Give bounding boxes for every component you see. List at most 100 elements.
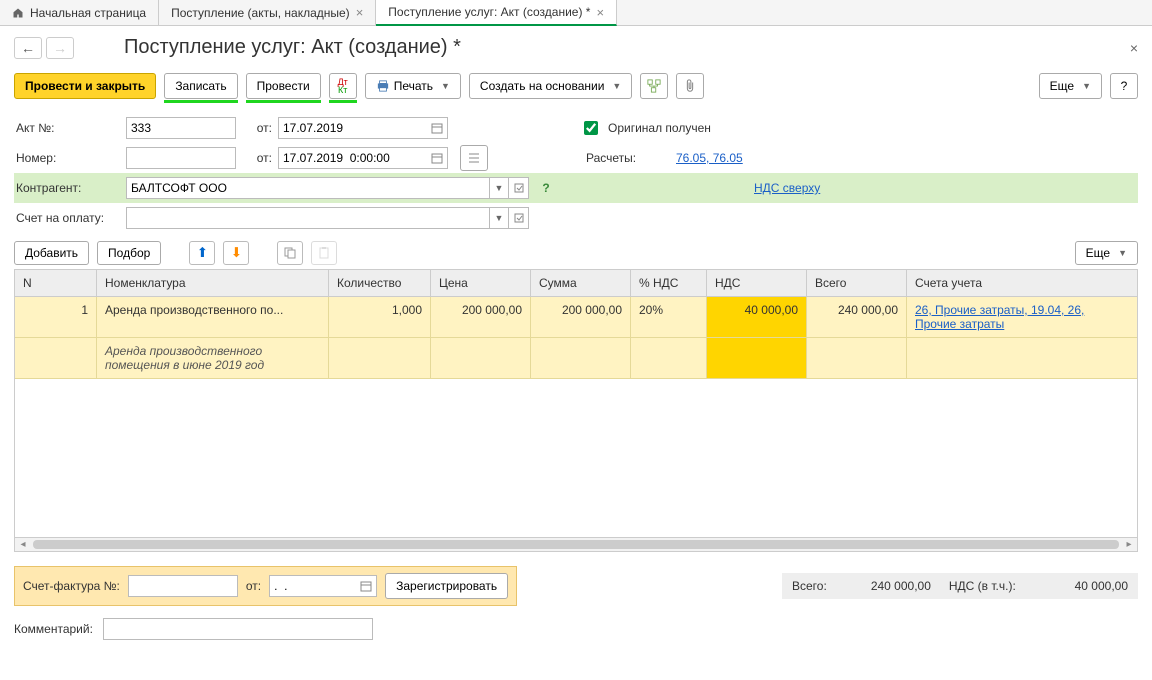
akt-no-label: Акт №:: [14, 121, 120, 135]
more-button[interactable]: Еще ▼: [1039, 73, 1102, 99]
col-header-total[interactable]: Всего: [807, 270, 907, 296]
cell-empty: [15, 338, 97, 379]
calendar-button[interactable]: [426, 117, 448, 139]
scrollbar-thumb[interactable]: [33, 540, 1119, 549]
number-input[interactable]: [126, 147, 236, 169]
dropdown-button[interactable]: ▼: [489, 177, 509, 199]
invoice-account-label: Счет на оплату:: [14, 211, 120, 225]
print-label: Печать: [394, 79, 433, 93]
calendar-button[interactable]: [426, 147, 448, 169]
calc-link[interactable]: 76.05, 76.05: [676, 151, 743, 165]
cell-nom[interactable]: Аренда производственного по...: [97, 297, 329, 338]
table-more-button[interactable]: Еще ▼: [1075, 241, 1138, 265]
number-label: Номер:: [14, 151, 120, 165]
counterparty-input[interactable]: [126, 177, 489, 199]
col-header-vatp[interactable]: % НДС: [631, 270, 707, 296]
col-header-vat[interactable]: НДС: [707, 270, 807, 296]
col-header-n[interactable]: N: [15, 270, 97, 296]
debit-credit-button[interactable]: ДтКт: [329, 73, 357, 99]
table-row[interactable]: 1 Аренда производственного по... 1,000 2…: [15, 297, 1137, 338]
akt-date-input[interactable]: [278, 117, 426, 139]
close-icon[interactable]: ×: [356, 5, 364, 20]
save-button[interactable]: Записать: [164, 73, 237, 99]
tab-label: Поступление услуг: Акт (создание) *: [388, 5, 590, 19]
col-header-acc[interactable]: Счета учета: [907, 270, 1137, 296]
more-label: Еще: [1050, 79, 1074, 93]
close-icon[interactable]: ×: [596, 5, 604, 20]
cell-desc[interactable]: Аренда производственного помещения в июн…: [97, 338, 329, 379]
move-down-button[interactable]: ⬇: [223, 241, 249, 265]
chevron-down-icon: ▼: [612, 81, 621, 91]
vat-label: НДС (в т.ч.):: [949, 579, 1016, 593]
pick-button[interactable]: Подбор: [97, 241, 161, 265]
nav-back-button[interactable]: ←: [14, 37, 42, 59]
scroll-right-icon[interactable]: ▸: [1121, 538, 1137, 552]
form-list-button[interactable]: [460, 145, 488, 171]
vat-value: 40 000,00: [1075, 579, 1128, 593]
cell-vatp[interactable]: 20%: [631, 297, 707, 338]
counterparty-help[interactable]: ?: [537, 177, 555, 199]
cell-vat[interactable]: 40 000,00: [707, 297, 807, 338]
col-header-nom[interactable]: Номенклатура: [97, 270, 329, 296]
accounts-link[interactable]: 26, Прочие затраты, 19.04, 26, Прочие за…: [915, 303, 1084, 331]
horizontal-scrollbar[interactable]: ◂ ▸: [14, 538, 1138, 552]
from-label: от:: [242, 121, 272, 135]
debit-credit-icon: ДтКт: [338, 78, 348, 94]
post-and-close-button[interactable]: Провести и закрыть: [14, 73, 156, 99]
invoice-factura-box: Счет-фактура №: от: Зарегистрировать: [14, 566, 517, 606]
akt-no-input[interactable]: [126, 117, 236, 139]
add-row-button[interactable]: Добавить: [14, 241, 89, 265]
copy-icon: [283, 246, 297, 260]
list-icon: [468, 152, 480, 164]
table-toolbar: Добавить Подбор ⬆ ⬇ Еще ▼: [14, 241, 1138, 265]
print-button[interactable]: Печать ▼: [365, 73, 461, 99]
cell-qty[interactable]: 1,000: [329, 297, 431, 338]
calendar-button[interactable]: [355, 575, 377, 597]
col-header-qty[interactable]: Количество: [329, 270, 431, 296]
cell-n[interactable]: 1: [15, 297, 97, 338]
tab-act-create[interactable]: Поступление услуг: Акт (создание) * ×: [376, 0, 617, 26]
col-header-price[interactable]: Цена: [431, 270, 531, 296]
dropdown-button[interactable]: ▼: [489, 207, 509, 229]
table-row-desc[interactable]: Аренда производственного помещения в июн…: [15, 338, 1137, 379]
invoice-account-input[interactable]: [126, 207, 489, 229]
vat-mode-link[interactable]: НДС сверху: [754, 181, 820, 195]
tab-bar: Начальная страница Поступление (акты, на…: [0, 0, 1152, 26]
create-based-button[interactable]: Создать на основании ▼: [469, 73, 632, 99]
invoice-no-label: Счет-фактура №:: [23, 579, 120, 593]
tab-label: Начальная страница: [30, 6, 146, 20]
home-icon: [12, 7, 24, 19]
move-up-button[interactable]: ⬆: [189, 241, 215, 265]
structure-button[interactable]: [640, 73, 668, 99]
calendar-icon: [431, 122, 443, 134]
help-button[interactable]: ?: [1110, 73, 1138, 99]
invoice-no-input[interactable]: [128, 575, 238, 597]
paste-button[interactable]: [311, 241, 337, 265]
col-header-sum[interactable]: Сумма: [531, 270, 631, 296]
nav-forward-button[interactable]: →: [46, 37, 74, 59]
register-invoice-button[interactable]: Зарегистрировать: [385, 573, 508, 599]
close-button[interactable]: ×: [1130, 40, 1138, 56]
comment-label: Комментарий:: [14, 622, 93, 636]
paperclip-icon: [684, 79, 696, 93]
scroll-left-icon[interactable]: ◂: [15, 538, 31, 552]
services-grid: N Номенклатура Количество Цена Сумма % Н…: [14, 269, 1138, 538]
cell-sum[interactable]: 200 000,00: [531, 297, 631, 338]
chevron-down-icon: ▼: [1082, 81, 1091, 91]
open-button[interactable]: [509, 207, 529, 229]
attach-button[interactable]: [676, 73, 704, 99]
post-button[interactable]: Провести: [246, 73, 321, 99]
tab-home[interactable]: Начальная страница: [0, 0, 159, 25]
copy-button[interactable]: [277, 241, 303, 265]
comment-input[interactable]: [103, 618, 373, 640]
cell-price[interactable]: 200 000,00: [431, 297, 531, 338]
calendar-icon: [431, 152, 443, 164]
number-date-input[interactable]: [278, 147, 426, 169]
open-button[interactable]: [509, 177, 529, 199]
original-received-checkbox[interactable]: [584, 121, 598, 135]
cell-accounts[interactable]: 26, Прочие затраты, 19.04, 26, Прочие за…: [907, 297, 1137, 338]
tab-receipts[interactable]: Поступление (акты, накладные) ×: [159, 0, 376, 25]
cell-total[interactable]: 240 000,00: [807, 297, 907, 338]
invoice-date-input[interactable]: [269, 575, 355, 597]
structure-icon: [647, 79, 661, 93]
